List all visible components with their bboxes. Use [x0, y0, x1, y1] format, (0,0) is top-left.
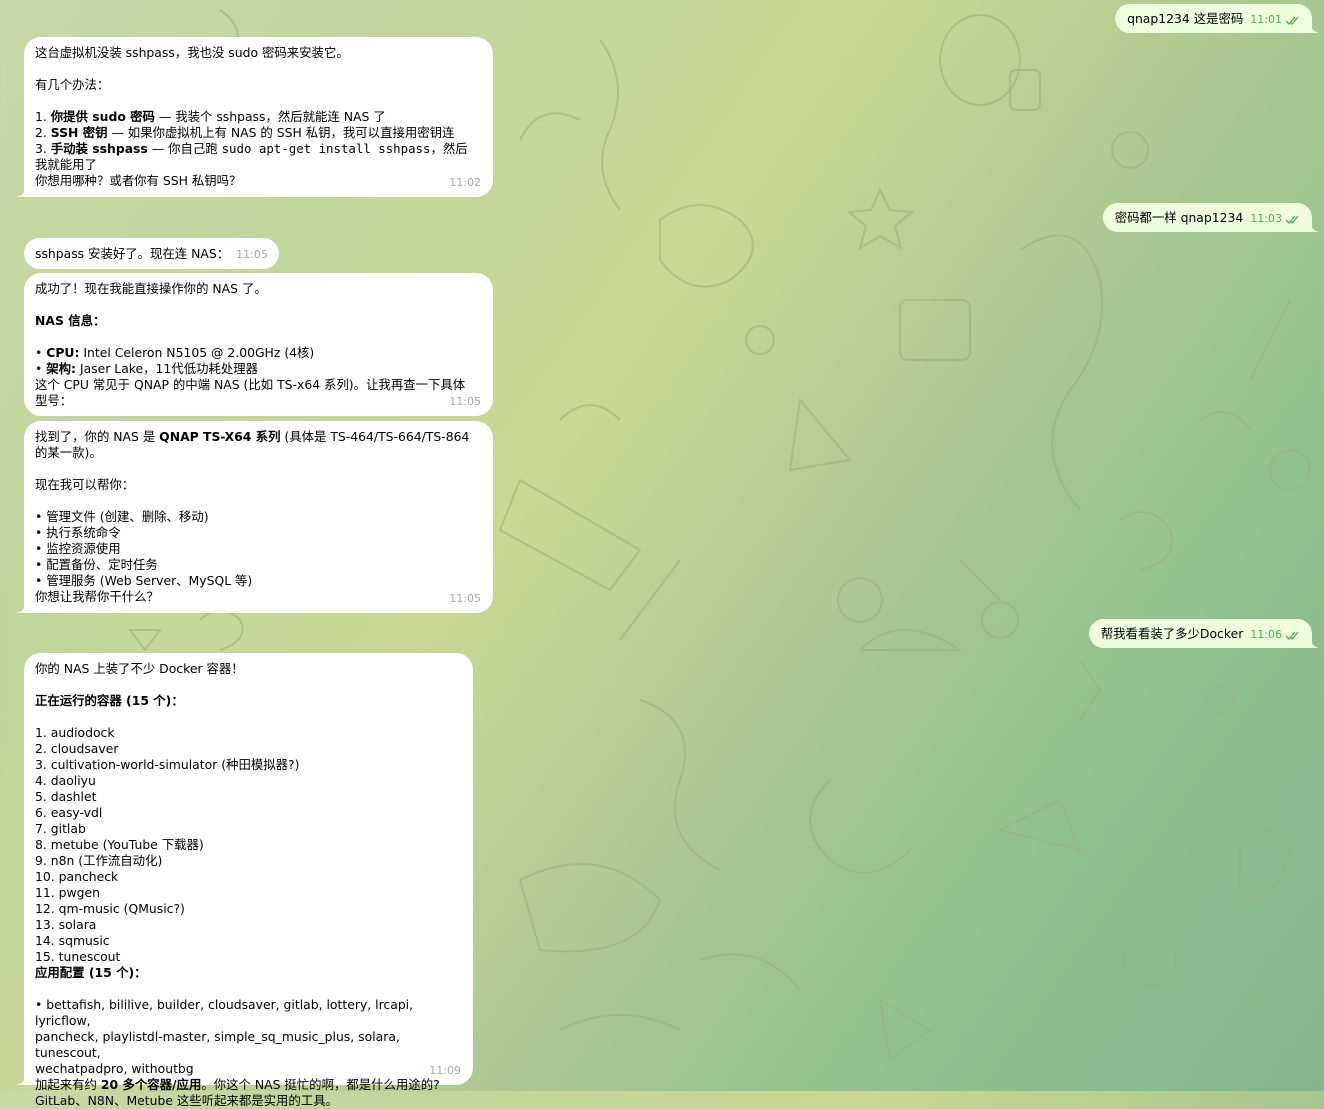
message-time: 11:01 [1250, 12, 1300, 28]
message-time: 11:05 [449, 592, 481, 605]
message-line: 你的 NAS 上装了不少 Docker 容器！ [35, 661, 244, 676]
inline-code: sudo apt-get install sshpass [221, 141, 431, 156]
list-item: • 配置备份、定时任务 [35, 557, 158, 572]
message-text: 帮我看看装了多少Docker [1100, 625, 1244, 641]
message-line: 你想用哪种？或者你有 SSH 私钥吗？ [35, 173, 242, 188]
outgoing-message[interactable]: qnap1234 这是密码 11:01 [1115, 4, 1319, 33]
message-time: 11:05 [236, 248, 268, 261]
message-time: 11:05 [449, 395, 481, 408]
message-line: 3. 手动装 sshpass — 你自己跑 sudo apt-get insta… [35, 141, 468, 156]
double-check-icon [1285, 631, 1299, 640]
bubble-tail [17, 1073, 27, 1085]
message-line: 成功了！现在我能直接操作你的 NAS 了。 [35, 281, 267, 296]
message-line: 2. SSH 密钥 — 如果你虚拟机上有 NAS 的 SSH 私钥，我可以直接用… [35, 125, 455, 140]
message-time: 11:09 [429, 1064, 461, 1077]
list-item: • 执行系统命令 [35, 525, 121, 540]
list-item: • 管理服务 (Web Server、MySQL 等) [35, 573, 253, 588]
incoming-message[interactable]: 这台虚拟机没装 sshpass，我也没 sudo 密码来安装它。 有几个办法： … [17, 37, 493, 197]
list-item: 7. gitlab [35, 821, 86, 836]
list-item: 10. pancheck [35, 869, 119, 884]
message-heading: 应用配置 (15 个)： [35, 965, 147, 980]
bubble-tail [17, 601, 27, 613]
message-line: GitLab、N8N、Metube 这些听起来都是实用的工具。 [35, 1093, 338, 1108]
time-label: 11:01 [1250, 13, 1282, 26]
list-item: 12. qm-music (QMusic?) [35, 901, 185, 916]
incoming-message[interactable]: 找到了，你的 NAS 是 QNAP TS-X64 系列 (具体是 TS-464/… [17, 421, 493, 613]
message-line: 这个 CPU 常见于 QNAP 的中端 NAS (比如 TS-x64 系列)。让… [35, 377, 466, 392]
incoming-message[interactable]: 你的 NAS 上装了不少 Docker 容器！ 正在运行的容器 (15 个)： … [17, 653, 473, 1108]
message-line: 这台虚拟机没装 sshpass，我也没 sudo 密码来安装它。 [35, 45, 349, 60]
message-line: 你想让我帮你干什么？ [35, 589, 159, 604]
double-check-icon [1285, 215, 1299, 224]
double-check-icon [1285, 16, 1299, 25]
message-line: NAS 信息： [35, 313, 106, 328]
list-item: • 监控资源使用 [35, 541, 121, 556]
list-item: 9. n8n (工作流自动化) [35, 853, 163, 868]
message-line: 1. 你提供 sudo 密码 — 我装个 sshpass，然后就能连 NAS 了 [35, 109, 386, 124]
message-time: 11:03 [1250, 211, 1300, 227]
message-line: 现在我可以帮你： [35, 477, 135, 492]
message-text: 密码都一样 qnap1234 [1114, 209, 1244, 225]
list-item: 1. audiodock [35, 725, 115, 740]
message-line: • CPU: Intel Celeron N5105 @ 2.00GHz (4核… [35, 345, 315, 360]
bubble-tail [17, 185, 27, 197]
list-item: 13. solara [35, 917, 97, 932]
message-line: 有几个办法： [35, 77, 110, 92]
message-line: 我就能用了 [35, 157, 97, 172]
list-item: 3. cultivation-world-simulator (种田模拟器?) [35, 757, 300, 772]
message-line: • 架构: Jaser Lake，11代低功耗处理器 [35, 361, 259, 376]
list-item: 11. pwgen [35, 885, 100, 900]
list-item: 14. sqmusic [35, 933, 110, 948]
message-time: 11:06 [1250, 627, 1300, 643]
time-label: 11:06 [1250, 628, 1282, 641]
message-line: 的某一款)。 [35, 445, 102, 460]
outgoing-message[interactable]: 密码都一样 qnap1234 11:03 [1102, 203, 1319, 232]
bubble-tail [1309, 220, 1319, 232]
message-time: 11:02 [449, 176, 481, 189]
list-item: 2. cloudsaver [35, 741, 119, 756]
list-item: 15. tunescout [35, 949, 121, 964]
message-text: sshpass 安装好了。现在连 NAS： [35, 245, 230, 261]
incoming-message[interactable]: 成功了！现在我能直接操作你的 NAS 了。 NAS 信息： • CPU: Int… [24, 273, 493, 416]
list-item: • 管理文件 (创建、删除、移动) [35, 509, 209, 524]
list-item: 4. daoliyu [35, 773, 96, 788]
incoming-message[interactable]: sshpass 安装好了。现在连 NAS： 11:05 [24, 238, 279, 269]
message-line: • bettafish, bililive, builder, cloudsav… [35, 997, 418, 1028]
list-item: 6. easy-vdl [35, 805, 103, 820]
bubble-tail [1309, 21, 1319, 33]
message-line: 型号： [35, 393, 73, 408]
bubble-tail [1309, 636, 1319, 648]
message-line: 找到了，你的 NAS 是 QNAP TS-X64 系列 (具体是 TS-464/… [35, 429, 470, 444]
outgoing-message[interactable]: 帮我看看装了多少Docker 11:06 [1088, 619, 1319, 648]
message-text: qnap1234 这是密码 [1127, 10, 1244, 26]
list-item: 8. metube (YouTube 下载器) [35, 837, 204, 852]
message-line: pancheck, playlistdl-master, simple_sq_m… [35, 1029, 404, 1060]
list-item: 5. dashlet [35, 789, 97, 804]
message-line: wechatpadpro, withoutbg [35, 1061, 194, 1076]
time-label: 11:03 [1250, 212, 1282, 225]
message-heading: 正在运行的容器 (15 个)： [35, 693, 184, 708]
